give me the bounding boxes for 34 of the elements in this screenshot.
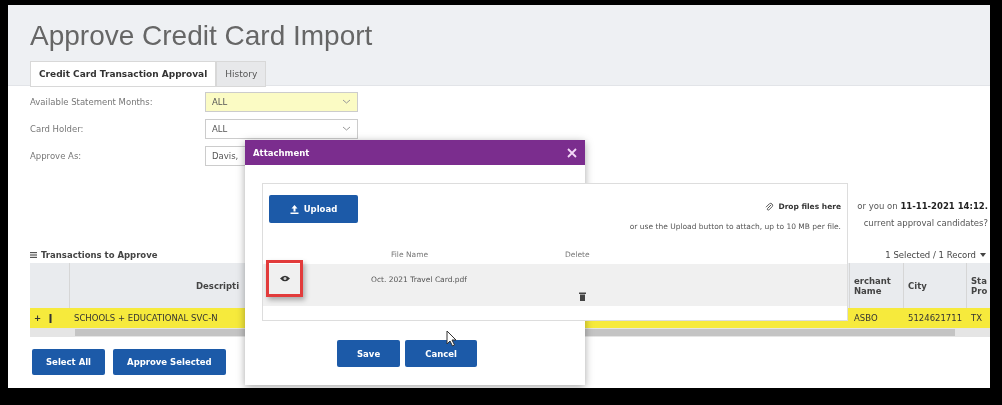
notice-text: or you on 11-11-2021 14:12. xyxy=(857,200,988,213)
expand-toggle[interactable]: + xyxy=(34,313,42,323)
column-header[interactable]: City xyxy=(904,263,967,308)
eye-icon[interactable] xyxy=(279,275,290,282)
mouse-cursor xyxy=(446,330,457,347)
table-cell: TX xyxy=(967,308,990,328)
column-header[interactable]: Sta Pro xyxy=(967,263,990,308)
list-icon xyxy=(30,252,37,258)
table-cell: ASBO xyxy=(850,308,904,328)
dropdown-field[interactable]: ALL xyxy=(205,118,358,139)
notice-text: current approval candidates? xyxy=(862,217,988,230)
trash-icon[interactable] xyxy=(579,292,586,301)
caret-icon[interactable] xyxy=(980,253,986,257)
action-button[interactable]: Select All xyxy=(32,349,106,375)
tab[interactable]: Credit Card Transaction Approval xyxy=(30,61,217,87)
chevron-icon[interactable] xyxy=(342,126,351,131)
field-label: Card Holder: xyxy=(30,123,85,134)
column-header[interactable]: erchant Name xyxy=(850,263,904,308)
page-title: Approve Credit Card Import xyxy=(30,19,374,53)
dialog-button[interactable]: Cancel xyxy=(405,340,477,367)
table-cell: 5124621711 xyxy=(904,308,967,328)
field-label: Approve As: xyxy=(30,150,83,161)
dropdown-field[interactable]: ALL xyxy=(205,91,358,112)
tab[interactable]: History xyxy=(216,61,267,87)
dialog-button[interactable]: Save xyxy=(337,340,401,367)
paperclip-icon xyxy=(764,201,775,212)
dialog-title: Attachment xyxy=(253,147,310,158)
upload-icon xyxy=(289,204,299,214)
field-label: Available Statement Months: xyxy=(30,96,154,107)
close-icon[interactable] xyxy=(567,147,577,158)
upload-button[interactable]: Upload xyxy=(269,195,358,223)
grid-title: Transactions to Approve xyxy=(41,250,158,260)
action-button[interactable]: Approve Selected xyxy=(113,349,226,375)
record-count[interactable]: 1 Selected / 1 Record xyxy=(885,250,976,260)
